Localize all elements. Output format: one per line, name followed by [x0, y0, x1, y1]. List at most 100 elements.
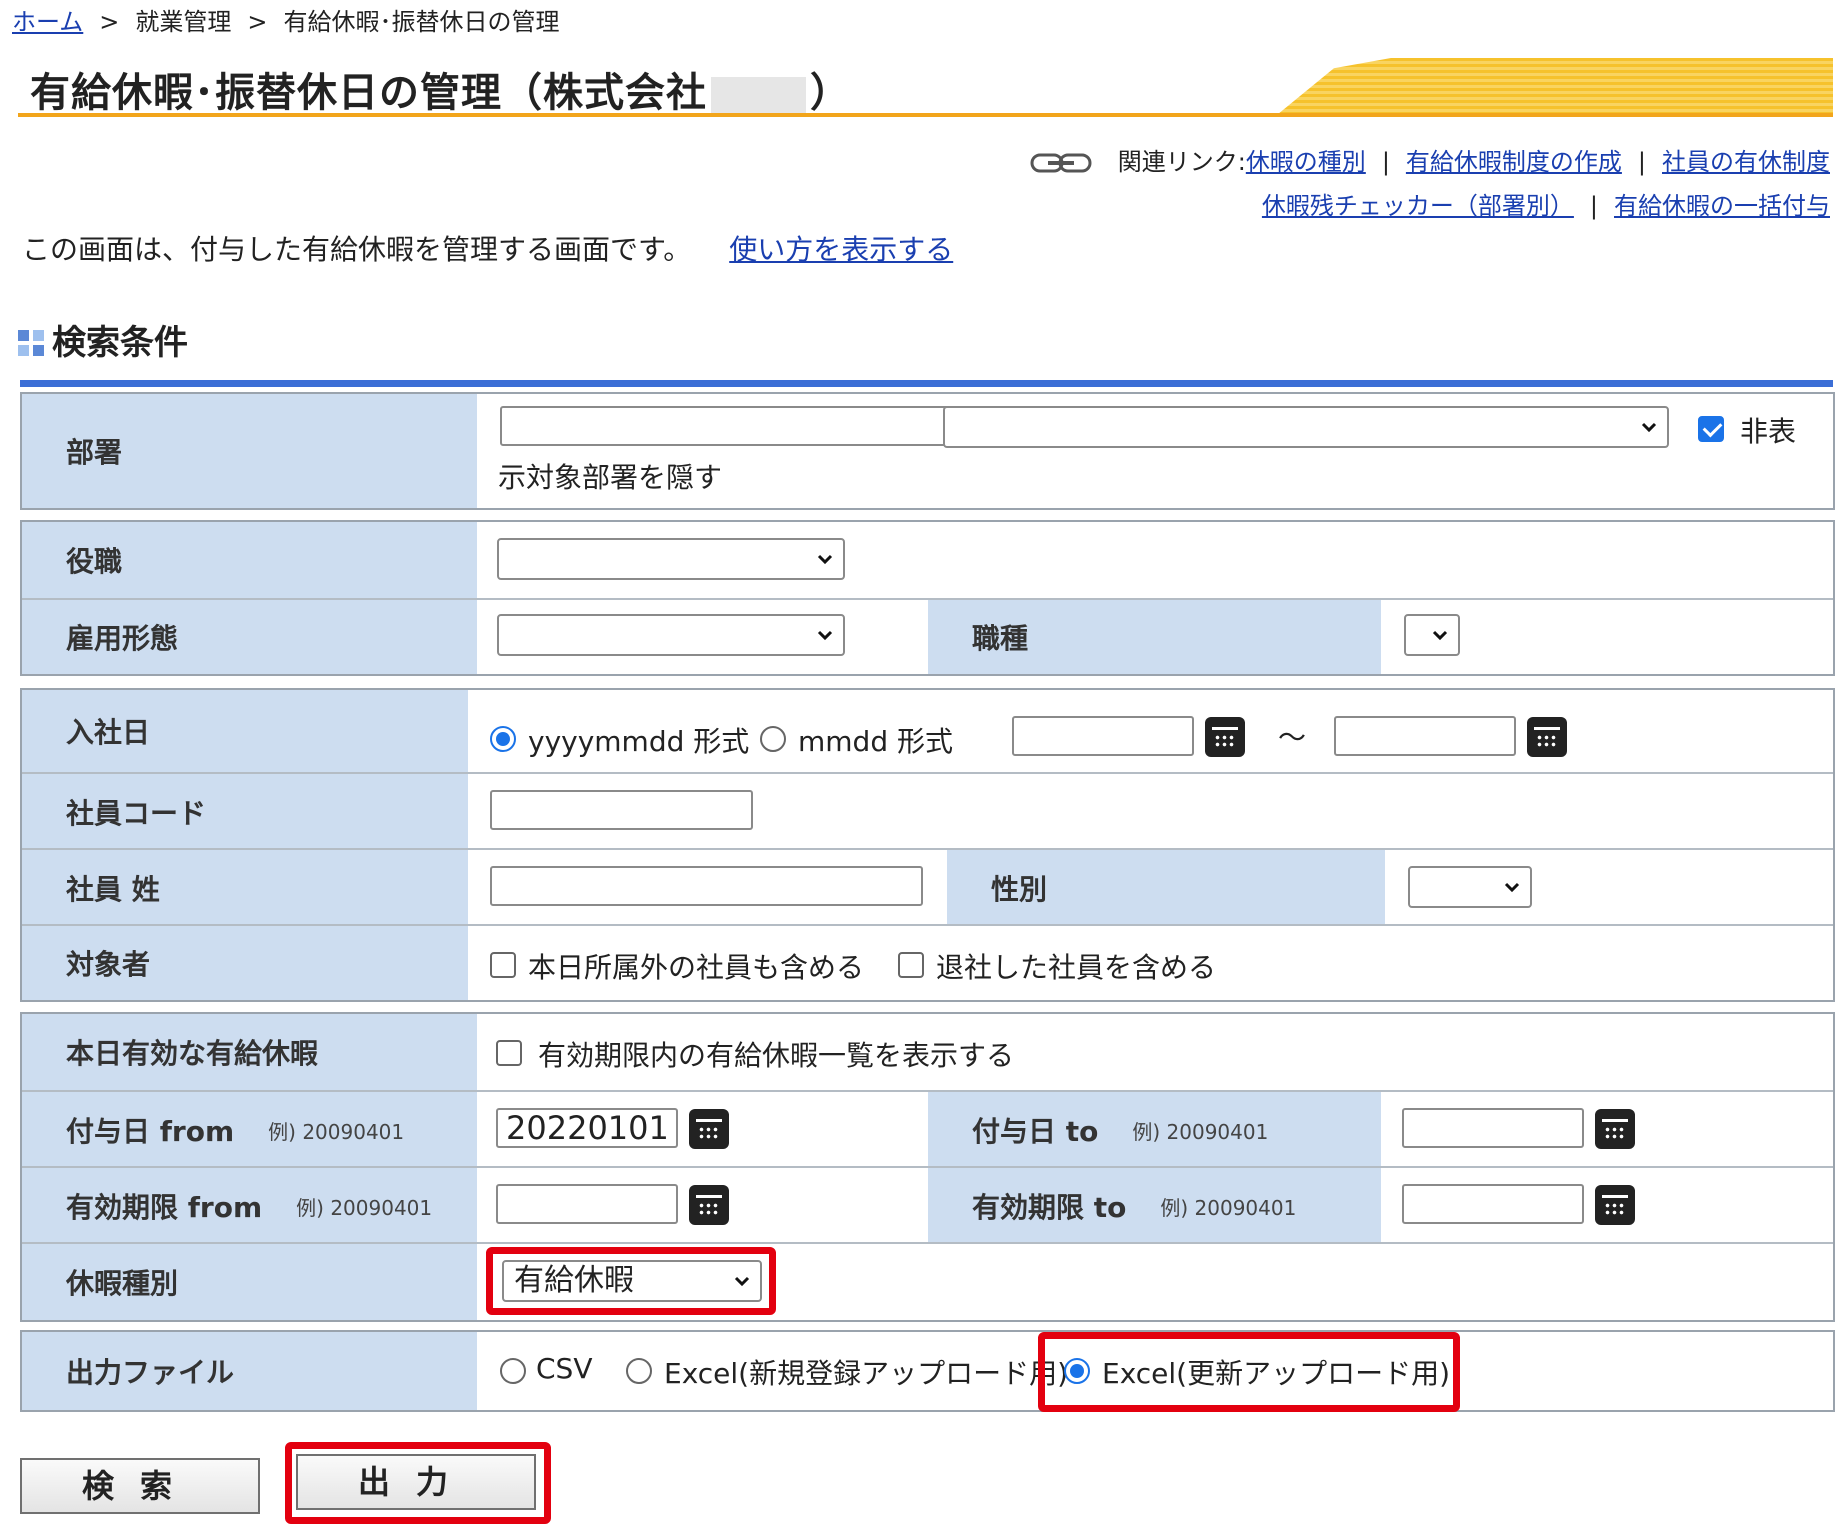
output-excel-new-label: Excel(新規登録アップロード用): [664, 1357, 1069, 1390]
employment-type-label: 雇用形態: [22, 600, 477, 674]
breadcrumb-level3: 有給休暇･振替休日の管理: [283, 8, 560, 36]
breadcrumb-separator: >: [247, 8, 268, 36]
expiry-from-example: 例) 20090401: [296, 1195, 433, 1220]
employee-name-row: 社員 姓 性別: [22, 848, 1833, 926]
hire-date-to-input[interactable]: [1334, 716, 1516, 756]
hide-departments-checkbox[interactable]: [1698, 416, 1724, 442]
expiry-from-input[interactable]: [496, 1184, 678, 1224]
title-decoration: [1276, 58, 1833, 115]
gender-select[interactable]: [1408, 866, 1532, 908]
job-type-select[interactable]: [1404, 614, 1460, 656]
link-separator: |: [1589, 192, 1598, 220]
include-retired-label: 退社した社員を含める: [936, 951, 1217, 984]
output-csv-radio[interactable]: [500, 1358, 526, 1384]
position-row: 役職: [22, 522, 1833, 598]
page-title: 有給休暇･振替休日の管理（株式会社 ）: [30, 60, 851, 118]
grant-from-input[interactable]: 20220101: [496, 1108, 678, 1148]
include-retired-checkbox[interactable]: [898, 952, 924, 978]
hire-date-row: 入社日 yyyymmdd 形式 mmdd 形式 ～: [22, 690, 1833, 772]
employee-code-row: 社員コード: [22, 772, 1833, 850]
output-csv-label: CSV: [536, 1352, 593, 1385]
show-valid-leave-label: 有効期限内の有給休暇一覧を表示する: [538, 1039, 1015, 1072]
link-leave-checker[interactable]: 休暇残チェッカー（部署別）: [1262, 192, 1574, 220]
company-name-redacted: [711, 77, 806, 113]
hire-date-format-yyyymmdd-radio[interactable]: [490, 726, 516, 752]
position-box: 役職 雇用形態 職種: [20, 520, 1835, 676]
title-underline: [18, 113, 1833, 117]
hire-date-format-mmdd-radio[interactable]: [760, 726, 786, 752]
valid-today-label: 本日有効な有給休暇: [22, 1014, 477, 1090]
intro-text: この画面は、付与した有給休暇を管理する画面です。 使い方を表示する: [22, 228, 953, 268]
breadcrumb: ホーム > 就業管理 > 有給休暇･振替休日の管理: [12, 2, 560, 37]
grant-from-label: 付与日 from 例) 20090401: [22, 1092, 477, 1168]
target-row: 対象者 本日所属外の社員も含める 退社した社員を含める: [22, 924, 1833, 1000]
calendar-icon[interactable]: [1527, 717, 1567, 757]
include-other-departments-checkbox[interactable]: [490, 952, 516, 978]
employee-name-label: 社員 姓: [22, 850, 468, 926]
output-excel-new-radio[interactable]: [626, 1358, 652, 1384]
employee-box: 入社日 yyyymmdd 形式 mmdd 形式 ～ 社員コード 社員 姓 性別 …: [20, 688, 1835, 1002]
calendar-icon[interactable]: [689, 1185, 729, 1225]
grant-to-label: 付与日 to 例) 20090401: [928, 1092, 1381, 1168]
intro-description: この画面は、付与した有給休暇を管理する画面です。: [22, 233, 692, 266]
calendar-icon[interactable]: [689, 1109, 729, 1149]
grant-from-label-text: 付与日 from: [66, 1115, 235, 1148]
link-separator: |: [1381, 148, 1390, 176]
section-title: 検索条件: [18, 315, 188, 364]
output-file-box: 出力ファイル CSV Excel(新規登録アップロード用) Excel(更新アッ…: [20, 1330, 1835, 1412]
department-box: 部署 非表 示対象部署を隠す: [20, 392, 1835, 510]
output-file-row: 出力ファイル CSV Excel(新規登録アップロード用) Excel(更新アッ…: [22, 1332, 1833, 1410]
department-select[interactable]: [943, 406, 1669, 448]
hire-date-label: 入社日: [22, 690, 468, 772]
employment-type-select[interactable]: [497, 614, 845, 656]
highlight-leave-type: [486, 1247, 776, 1315]
page-title-suffix: ）: [810, 70, 851, 116]
leave-type-row: 休暇種別 有給休暇: [22, 1242, 1833, 1320]
hire-date-format-mmdd-label: mmdd 形式: [798, 725, 953, 758]
highlight-output-button: [285, 1442, 551, 1524]
expiry-to-input[interactable]: [1402, 1184, 1584, 1224]
department-row: 部署 非表 示対象部署を隠す: [22, 394, 1833, 508]
link-employee-leave-system[interactable]: 社員の有休制度: [1662, 148, 1830, 176]
employee-code-input[interactable]: [490, 790, 753, 830]
valid-today-row: 本日有効な有給休暇 有効期限内の有給休暇一覧を表示する: [22, 1014, 1833, 1090]
leave-type-label: 休暇種別: [22, 1244, 477, 1320]
show-usage-link[interactable]: 使い方を表示する: [729, 233, 953, 266]
employment-row: 雇用形態 職種: [22, 598, 1833, 674]
grant-to-example: 例) 20090401: [1132, 1119, 1269, 1144]
range-tilde: ～: [1278, 721, 1307, 754]
breadcrumb-level2: 就業管理: [135, 8, 232, 36]
department-code-input[interactable]: [500, 406, 952, 446]
expiry-to-label: 有効期限 to 例) 20090401: [928, 1168, 1381, 1244]
expiry-to-example: 例) 20090401: [1160, 1195, 1297, 1220]
link-bulk-grant[interactable]: 有給休暇の一括付与: [1614, 192, 1830, 220]
grant-to-input[interactable]: [1402, 1108, 1584, 1148]
gender-label: 性別: [947, 850, 1385, 926]
section-title-text: 検索条件: [52, 323, 188, 363]
calendar-icon[interactable]: [1595, 1109, 1635, 1149]
link-create-leave-system[interactable]: 有給休暇制度の作成: [1406, 148, 1622, 176]
search-button[interactable]: 検索: [20, 1458, 260, 1514]
calendar-icon[interactable]: [1205, 717, 1245, 757]
link-separator: |: [1637, 148, 1646, 176]
position-select[interactable]: [497, 538, 845, 580]
hire-date-from-input[interactable]: [1012, 716, 1194, 756]
chevron-down-icon: [1504, 882, 1520, 893]
chevron-down-icon: [1432, 630, 1448, 641]
section-rule: [20, 380, 1833, 387]
related-links-label: 関連リンク:: [1117, 148, 1246, 176]
chevron-down-icon: [817, 554, 833, 565]
hide-departments-label-b: 示対象部署を隠す: [498, 461, 723, 494]
link-leave-types[interactable]: 休暇の種別: [1246, 148, 1366, 176]
grant-to-label-text: 付与日 to: [972, 1115, 1099, 1148]
position-label: 役職: [22, 522, 477, 598]
department-label: 部署: [22, 394, 477, 508]
include-other-departments-label: 本日所属外の社員も含める: [528, 951, 865, 984]
breadcrumb-home-link[interactable]: ホーム: [12, 8, 83, 36]
expiry-to-label-text: 有効期限 to: [972, 1191, 1127, 1224]
show-valid-leave-checkbox[interactable]: [496, 1040, 522, 1066]
chevron-down-icon: [1641, 422, 1657, 433]
employee-name-input[interactable]: [490, 866, 923, 906]
hide-departments-label-a: 非表: [1740, 415, 1797, 448]
calendar-icon[interactable]: [1595, 1185, 1635, 1225]
